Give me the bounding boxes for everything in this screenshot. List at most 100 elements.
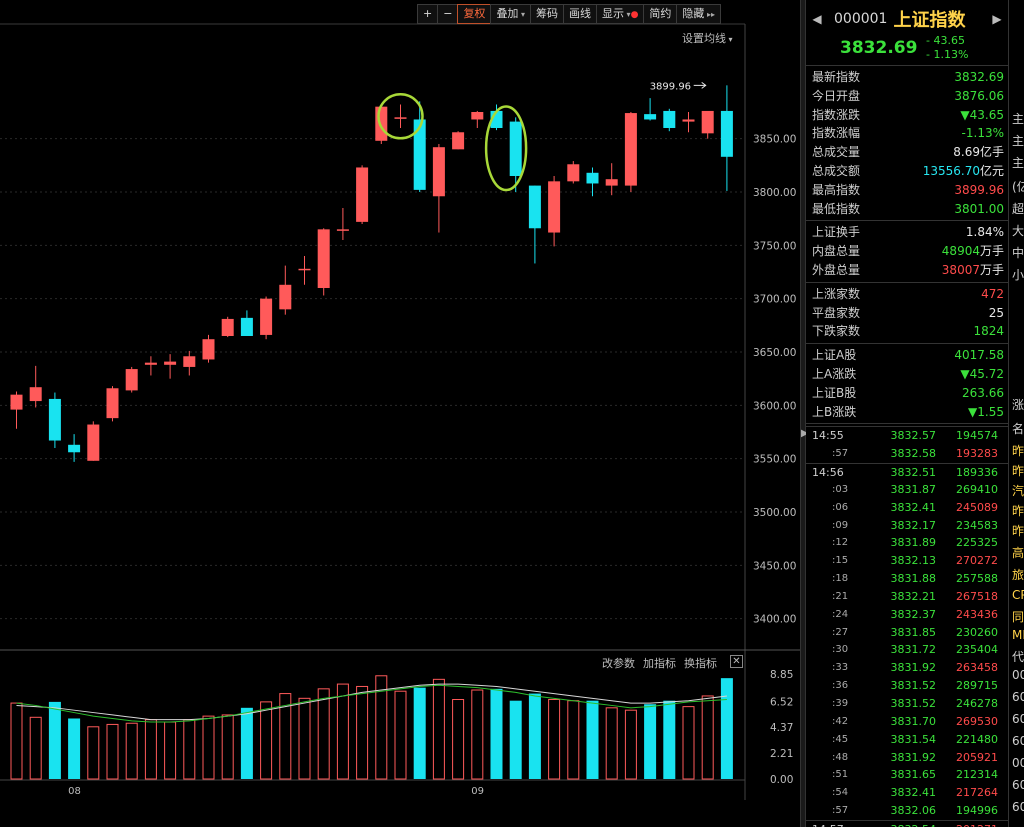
candle-body: [509, 121, 522, 176]
volume-bar: [432, 678, 445, 780]
add-indicator-button[interactable]: 加指标: [643, 655, 676, 671]
quote-label: 上证换手: [812, 225, 861, 240]
tick-row: :15 3832.13 270272: [806, 552, 1008, 570]
tick-price: 3832.13: [890, 554, 937, 568]
toolbar-button-2[interactable]: 复权: [457, 4, 492, 24]
quote-unit: 亿手: [979, 145, 1004, 160]
quote-value: 3876.06: [954, 88, 1004, 103]
next-stock-icon[interactable]: ▶: [986, 12, 1008, 26]
tick-volume: 235404: [956, 643, 998, 657]
candle-body: [48, 398, 61, 441]
price-tick-label: 3450.00: [753, 560, 796, 572]
tick-row: :45 3831.54 221480: [806, 731, 1008, 749]
candlestick-chart[interactable]: 3850.00 3800.00 3750.00 3700.00 3650.00 3600.…: [0, 0, 800, 827]
quote-value-wrap: 8.69亿手: [953, 143, 1004, 162]
candle-body: [125, 369, 138, 391]
candle-body: [164, 361, 177, 365]
quote-row: 平盘家数 25: [806, 304, 1008, 323]
quote-unit: 万手: [979, 244, 1004, 259]
toolbar-button-7[interactable]: 简约: [643, 4, 678, 24]
tick-volume: 246278: [956, 697, 998, 710]
tick-row: :48 3831.92 205921: [806, 749, 1008, 767]
candle-body: [528, 185, 541, 229]
tick-list[interactable]: 14:55 3832.57 194574:57 3832.58 193283 14:56 3…: [806, 426, 1008, 827]
change-amount: - 43.65: [926, 34, 965, 47]
candle-body: [471, 112, 484, 120]
volume-bar: [356, 685, 369, 780]
toolbar-button-5[interactable]: 画线: [563, 4, 597, 24]
quote-row: 内盘总量 48904万手: [806, 242, 1008, 261]
tick-time: :39: [832, 698, 849, 709]
volume-bar: [682, 706, 695, 780]
toolbar-button-4[interactable]: 筹码: [530, 4, 564, 24]
tick-price: 3831.87: [890, 482, 937, 496]
quote-label: 最新指数: [812, 70, 861, 84]
volume-bar: [548, 699, 561, 780]
candle-body: [701, 110, 714, 134]
side-info-column: 主主主(亿超大中小涨名昨昨汽昨昨高旅CP同MI代00606060006060: [1008, 0, 1024, 827]
quote-value-wrap: ▼1.55: [968, 403, 1004, 422]
quote-group: 上证换手 1.84% 内盘总量 48904万手 外盘总量 38007万手: [806, 221, 1008, 283]
volume-bar: [452, 699, 465, 780]
tick-row: :21 3832.21 267518: [806, 588, 1008, 606]
kline-chart-pane[interactable]: 3850.00 3800.00 3750.00 3700.00 3650.00 3600.…: [0, 0, 800, 827]
tick-volume: 194574: [956, 429, 998, 443]
volume-bar: [471, 689, 484, 780]
volume-bar: [336, 683, 349, 780]
toolbar-button-6[interactable]: 显示 ▾●: [596, 4, 645, 24]
volume-bar: [87, 726, 100, 780]
candle-body: [240, 317, 253, 336]
quote-value: 8.69: [953, 145, 980, 160]
side-column-text: 涨: [1012, 398, 1024, 412]
switch-indicator-button[interactable]: 换指标: [684, 655, 717, 671]
quote-label: 下跌家数: [812, 324, 861, 339]
toolbar-button-label: 隐藏: [682, 7, 705, 20]
tick-price: 3831.52: [890, 697, 937, 710]
tick-row: 14:55 3832.57 194574: [806, 427, 1008, 445]
tick-row: :30 3831.72 235404: [806, 641, 1008, 659]
previous-stock-icon[interactable]: ◀: [806, 12, 828, 26]
tick-time: :57: [832, 448, 849, 460]
stock-code: 000001: [834, 11, 888, 27]
volume-bar: [586, 700, 599, 779]
volume-bar: [720, 678, 733, 779]
tick-volume: 234583: [956, 518, 998, 532]
change-params-button[interactable]: 改参数: [602, 655, 635, 671]
candle-body: [336, 229, 349, 231]
tick-time: :21: [832, 590, 849, 602]
quote-row: 最高指数 3899.96: [806, 181, 1008, 200]
quote-value: 472: [981, 286, 1004, 301]
tick-price: 3832.41: [890, 500, 937, 514]
tick-price: 3832.21: [890, 589, 937, 603]
side-column-text: 昨: [1012, 524, 1024, 538]
candle-body: [356, 167, 369, 222]
double-right-arrow-icon: ▸▸: [704, 10, 715, 19]
tick-row: :09 3832.17 234583: [806, 517, 1008, 535]
tick-row: 14:573832.54201271: [806, 819, 1008, 827]
tick-row: :12 3831.89 225325: [806, 534, 1008, 552]
tick-price: 3832.06: [890, 804, 937, 818]
close-indicator-icon[interactable]: ✕: [730, 655, 743, 668]
volume-bar: [605, 707, 618, 780]
tick-volume: 193283: [956, 447, 998, 461]
ma-setting-label[interactable]: 设置均线: [682, 32, 726, 45]
price-tick-label: 3550.00: [753, 454, 796, 466]
quote-row: 上证B股 263.66: [806, 384, 1008, 403]
quote-row: 上证换手 1.84%: [806, 223, 1008, 242]
tick-time: :30: [832, 644, 849, 656]
quote-value-wrap: 3899.96: [954, 181, 1004, 200]
toolbar-button-8[interactable]: 隐藏 ▸▸: [676, 4, 721, 24]
quote-value: 48904: [941, 244, 980, 259]
quote-label: 最高指数: [812, 182, 861, 197]
toolbar-button-0[interactable]: +: [417, 4, 439, 24]
toolbar-button-1[interactable]: −: [437, 4, 459, 24]
price-tick-label: 3400.00: [753, 614, 796, 626]
tick-price: 3831.85: [890, 625, 937, 639]
side-column-text: (亿: [1012, 180, 1024, 194]
candle-body: [452, 132, 465, 150]
notification-dot-icon: ●: [630, 10, 639, 20]
quote-label: 指数涨跌: [812, 107, 861, 122]
toolbar-button-3[interactable]: 叠加 ▾: [490, 4, 531, 24]
side-column-text: 60: [1012, 712, 1024, 726]
ma-setting-button[interactable]: 设置均线 ▾: [682, 30, 733, 46]
